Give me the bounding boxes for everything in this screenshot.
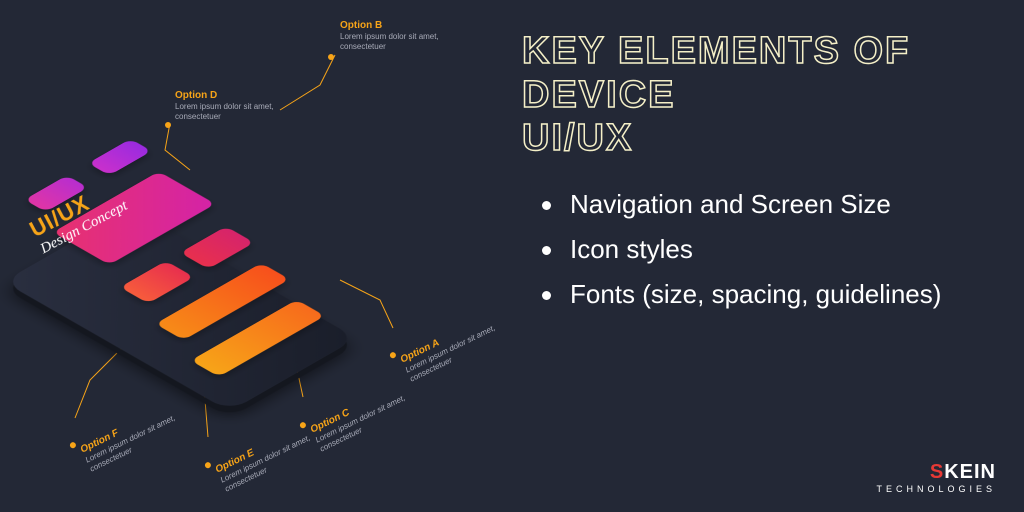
callout-f: Option F Lorem ipsum dolor sit amet, con… xyxy=(79,397,192,473)
dot-icon xyxy=(328,54,334,60)
dot-icon xyxy=(204,461,212,469)
dot-icon xyxy=(389,351,397,359)
callout-d: Option D Lorem ipsum dolor sit amet, con… xyxy=(175,90,285,121)
brand-sub: TECHNOLOGIES xyxy=(876,484,996,494)
list-item: Fonts (size, spacing, guidelines) xyxy=(542,279,984,310)
dot-icon xyxy=(69,441,77,449)
list-item: Navigation and Screen Size xyxy=(542,189,984,220)
title-line-2: UI/UX xyxy=(522,117,633,159)
callout-b-body: Lorem ipsum dolor sit amet, consectetuer xyxy=(340,32,439,51)
callout-d-body: Lorem ipsum dolor sit amet, consectetuer xyxy=(175,102,274,121)
callout-e: Option E Lorem ipsum dolor sit amet, con… xyxy=(214,417,327,493)
callout-c: Option C Lorem ipsum dolor sit amet, con… xyxy=(309,377,422,453)
content-area: KEY ELEMENTS OF DEVICE UI/UX Navigation … xyxy=(512,0,1024,512)
callout-d-title: Option D xyxy=(175,90,285,102)
brand-logo: SKEIN TECHNOLOGIES xyxy=(876,461,996,494)
dot-icon xyxy=(165,122,171,128)
brand-rest: KEIN xyxy=(944,461,996,483)
title-line-1: KEY ELEMENTS OF DEVICE xyxy=(522,30,910,116)
callout-a: Option A Lorem ipsum dolor sit amet, con… xyxy=(399,307,512,383)
layer-5b xyxy=(88,139,152,176)
brand-accent: S xyxy=(930,461,944,483)
callout-b-title: Option B xyxy=(340,20,450,32)
diagram-area: UI/UX Design Concept Option B Lorem ipsu… xyxy=(0,0,512,512)
page-title: KEY ELEMENTS OF DEVICE UI/UX xyxy=(522,30,984,161)
bullet-list: Navigation and Screen Size Icon styles F… xyxy=(522,189,984,310)
brand-name: SKEIN xyxy=(876,461,996,484)
list-item: Icon styles xyxy=(542,234,984,265)
callout-b: Option B Lorem ipsum dolor sit amet, con… xyxy=(340,20,450,51)
